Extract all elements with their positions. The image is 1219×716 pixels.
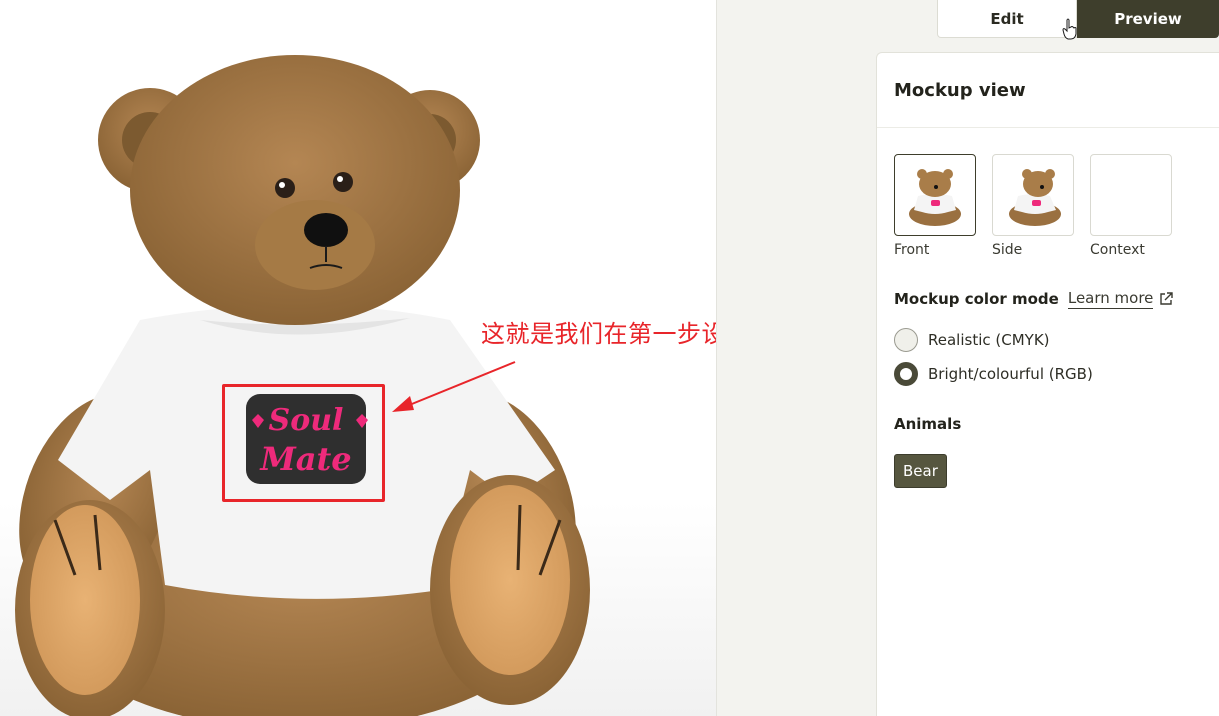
thumbnail-context-label: Context — [1090, 242, 1145, 258]
color-mode-title: Mockup color mode — [894, 290, 1059, 308]
mockup-panel: Mockup view Front Side Context Mockup co… — [876, 52, 1219, 716]
annotation-highlight-box — [222, 384, 385, 502]
thumbnail-front-label: Front — [894, 242, 930, 258]
thumbnail-front-image[interactable] — [894, 154, 976, 236]
animals-title: Animals — [894, 415, 962, 433]
thumbnail-side-image[interactable] — [992, 154, 1074, 236]
radio-realistic-label: Realistic (CMYK) — [928, 331, 1050, 349]
thumbnail-side[interactable]: Side — [992, 154, 1074, 258]
mockup-canvas: Soul Mate 这就是我们在第一步设计好的图案 — [0, 0, 716, 716]
radio-bright-button[interactable] — [894, 362, 918, 386]
learn-more-link[interactable]: Learn more — [1067, 289, 1154, 309]
bear-front-thumb-icon — [909, 169, 961, 226]
radio-realistic-cmyk[interactable]: Realistic (CMYK) — [894, 328, 1050, 352]
tab-edit[interactable]: Edit — [937, 0, 1077, 38]
panel-divider — [877, 127, 1219, 128]
teddy-bear-image: Soul Mate — [15, 55, 590, 716]
radio-bright-label: Bright/colourful (RGB) — [928, 365, 1093, 383]
annotation-text: 这就是我们在第一步设计好的图案 — [481, 320, 716, 348]
radio-bright-rgb[interactable]: Bright/colourful (RGB) — [894, 362, 1093, 386]
edit-preview-tabs: Edit Preview — [937, 0, 1219, 38]
animal-chip-bear[interactable]: Bear — [894, 454, 947, 488]
color-mode-header: Mockup color mode Learn more — [894, 289, 1174, 309]
tab-preview[interactable]: Preview — [1077, 0, 1219, 38]
thumbnail-context[interactable]: Context — [1090, 154, 1172, 258]
hand-cursor-icon — [1062, 18, 1077, 40]
panel-title: Mockup view — [894, 80, 1026, 101]
mockup-thumbnails: Front Side Context — [894, 154, 1172, 258]
external-link-icon[interactable] — [1159, 292, 1174, 306]
thumbnail-front[interactable]: Front — [894, 154, 976, 258]
thumbnail-context-image[interactable] — [1090, 154, 1172, 236]
bear-side-thumb-icon — [1009, 169, 1061, 226]
annotation-arrow-icon — [392, 361, 516, 412]
radio-realistic-button[interactable] — [894, 328, 918, 352]
thumbnail-side-label: Side — [992, 242, 1023, 258]
